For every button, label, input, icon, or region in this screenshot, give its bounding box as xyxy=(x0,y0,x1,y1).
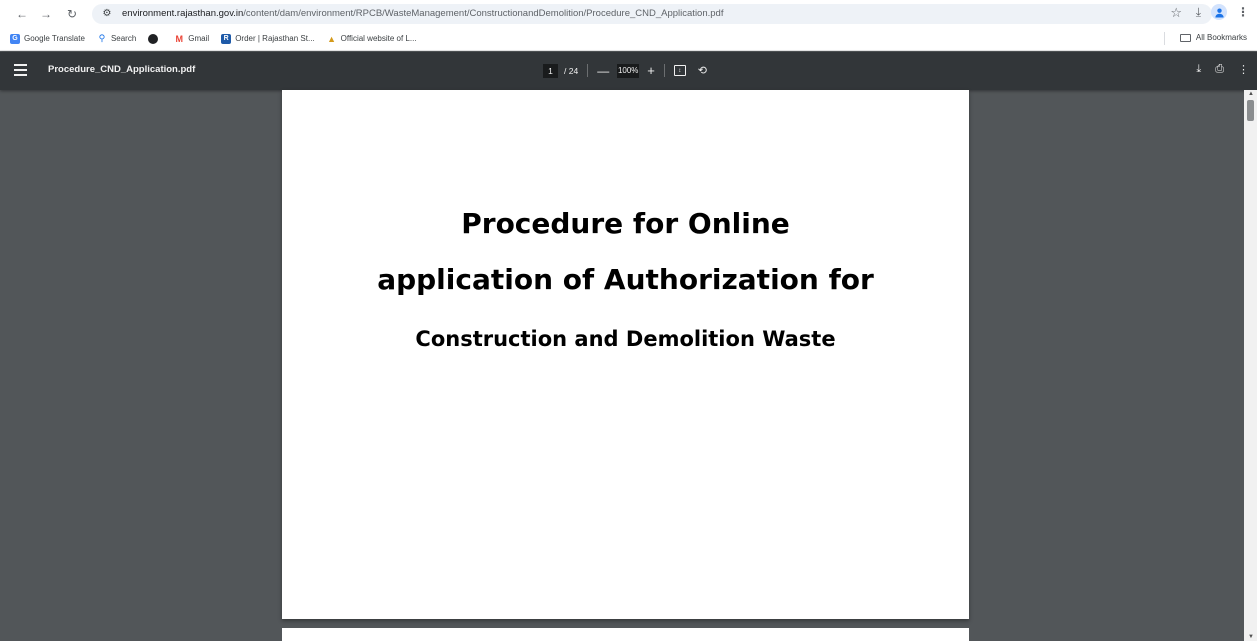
document-subtitle: Construction and Demolition Waste xyxy=(415,327,836,351)
browser-toolbar: ← → ↻ ⚙ environment.rajasthan.gov.in/con… xyxy=(0,0,1257,27)
fit-to-page-icon[interactable]: ↕ xyxy=(673,65,686,76)
bookmarks-bar: G Google Translate ⚲ Search M Gmail R Or… xyxy=(0,27,1257,51)
bookmark-search[interactable]: ⚲ Search xyxy=(97,33,137,44)
zoom-out-icon[interactable]: — xyxy=(597,64,609,78)
bookmark-order[interactable]: R Order | Rajasthan St... xyxy=(221,33,315,44)
pdf-toolbar: Procedure_CND_Application.pdf 1 / 24 — 1… xyxy=(0,52,1257,90)
profile-avatar-icon[interactable] xyxy=(1211,4,1227,20)
pdf-page: Procedure for Online application of Auth… xyxy=(282,90,969,619)
bookmark-chrome[interactable] xyxy=(148,33,162,44)
pdf-file-name: Procedure_CND_Application.pdf xyxy=(48,64,196,75)
all-bookmarks-label: All Bookmarks xyxy=(1195,33,1247,42)
order-icon: R xyxy=(221,33,232,44)
bookmark-star-icon[interactable]: ☆ xyxy=(1170,5,1182,21)
pdf-page-controls: 1 / 24 — 100% + ↕ ⟲ xyxy=(543,62,707,79)
bookmarks-divider xyxy=(1164,32,1165,45)
all-bookmarks-button[interactable]: All Bookmarks xyxy=(1179,33,1247,42)
toolbar-divider xyxy=(663,64,665,77)
search-icon: ⚲ xyxy=(98,33,106,43)
url-path: /content/dam/environment/RPCB/WasteManag… xyxy=(243,8,724,19)
zoom-input[interactable]: 100% xyxy=(617,63,640,78)
print-icon[interactable]: ⎙ xyxy=(1215,63,1224,76)
download-icon[interactable]: ⤓ xyxy=(1196,63,1201,76)
official-website-icon: ▲ xyxy=(327,33,337,44)
site-settings-icon[interactable]: ⚙ xyxy=(100,7,114,21)
downloads-icon[interactable]: ⤓ xyxy=(1196,5,1201,20)
bookmark-label: Order | Rajasthan St... xyxy=(235,34,315,43)
scroll-thumb[interactable] xyxy=(1247,100,1254,121)
bookmark-gmail[interactable]: M Gmail xyxy=(174,33,210,44)
bookmark-label: Gmail xyxy=(188,34,210,43)
bookmark-google-translate[interactable]: G Google Translate xyxy=(10,33,85,44)
url-host: environment.rajasthan.gov.in xyxy=(122,8,244,19)
chrome-icon xyxy=(148,33,159,44)
bookmark-official-website[interactable]: ▲ Official website of L... xyxy=(327,33,417,44)
back-arrow-icon[interactable]: ← xyxy=(12,4,32,24)
rotate-icon[interactable]: ⟲ xyxy=(698,64,707,77)
gmail-icon: M xyxy=(175,33,184,44)
viewer-scrollbar[interactable]: ▲ ▼ xyxy=(1244,90,1257,641)
zoom-in-icon[interactable]: + xyxy=(647,63,655,78)
scroll-up-icon[interactable]: ▲ xyxy=(1248,91,1254,97)
document-title-line-2: application of Authorization for xyxy=(377,263,874,296)
bookmark-label: Google Translate xyxy=(24,34,85,43)
scroll-down-icon[interactable]: ▼ xyxy=(1248,634,1254,640)
address-bar[interactable]: ⚙ environment.rajasthan.gov.in/content/d… xyxy=(92,3,1212,24)
forward-arrow-icon[interactable]: → xyxy=(36,4,56,24)
page-number-input[interactable]: 1 xyxy=(543,63,558,78)
pdf-next-page xyxy=(282,628,969,641)
bookmark-label: Search xyxy=(110,34,137,43)
more-options-icon[interactable]: ⋮ xyxy=(1238,63,1249,76)
sidebar-menu-icon[interactable] xyxy=(14,64,27,76)
toolbar-divider xyxy=(587,64,589,77)
reload-icon[interactable]: ↻ xyxy=(62,4,82,24)
browser-menu-icon[interactable]: ⋮ xyxy=(1237,5,1249,19)
folder-icon xyxy=(1179,33,1191,42)
url-text[interactable]: environment.rajasthan.gov.in/content/dam… xyxy=(122,8,723,19)
bookmark-label: Official website of L... xyxy=(340,34,417,43)
page-total: / 24 xyxy=(564,65,579,76)
document-title-line-1: Procedure for Online xyxy=(461,207,790,240)
google-translate-icon: G xyxy=(10,33,20,44)
